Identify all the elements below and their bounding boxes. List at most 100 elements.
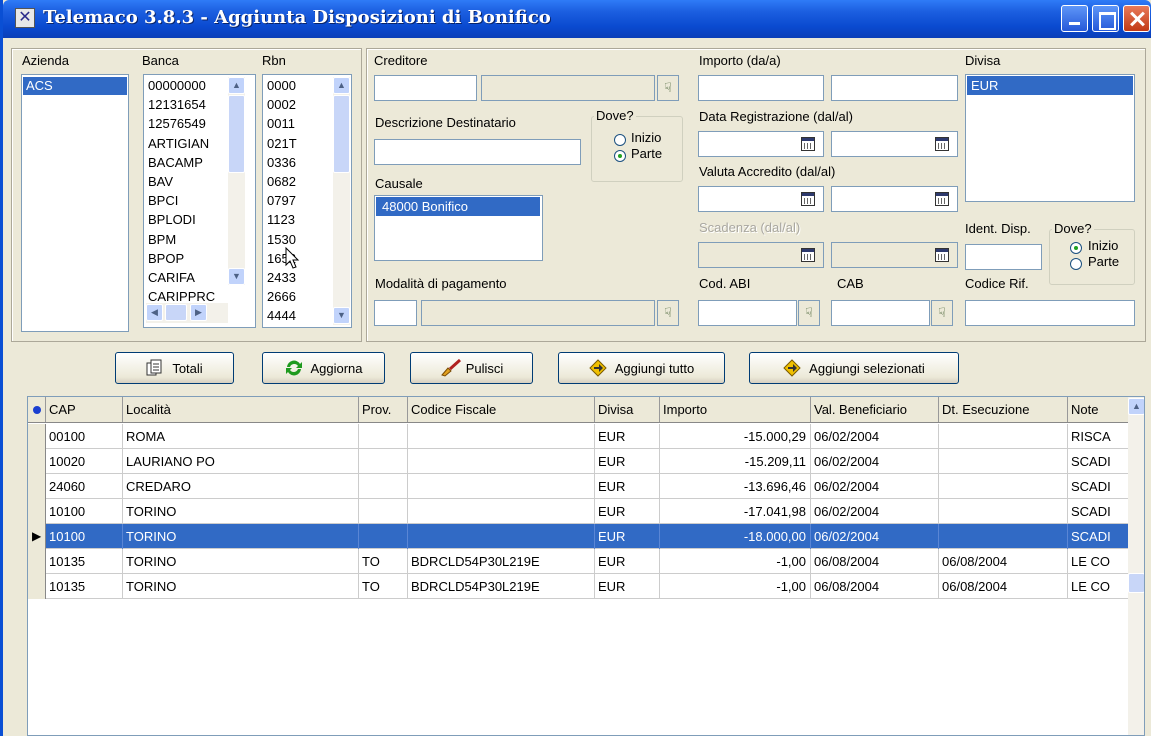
cell-val-ben[interactable]: 06/02/2004 <box>811 499 939 524</box>
data-registrazione-from-input[interactable] <box>698 131 824 157</box>
list-item[interactable]: 12576549 <box>148 117 206 130</box>
table-row[interactable]: 10020 LAURIANO PO EUR -15.209,11 06/02/2004 S… <box>28 449 1129 474</box>
dove-1-inizio-radio[interactable] <box>614 134 626 146</box>
scadenza-to-input[interactable] <box>831 242 958 268</box>
modalita-pagamento-lookup-button[interactable]: ☟ <box>657 300 679 326</box>
creditore-lookup-button[interactable]: ☟ <box>657 75 679 101</box>
cell-divisa[interactable]: EUR <box>595 499 660 524</box>
cell-divisa[interactable]: EUR <box>595 474 660 499</box>
banca-listbox[interactable]: 00000000 12131654 12576549 ARTIGIAN BACAMP BA… <box>143 74 256 328</box>
column-header-localita[interactable]: Località <box>123 397 359 422</box>
cell-prov[interactable] <box>359 424 408 449</box>
aggiorna-button[interactable]: Aggiorna <box>262 352 385 384</box>
calendar-icon[interactable] <box>935 248 949 262</box>
dove-2-inizio-label[interactable]: Inizio <box>1088 238 1118 253</box>
cell-cf[interactable]: BDRCLD54P30L219E <box>408 574 595 599</box>
cab-lookup-button[interactable]: ☟ <box>931 300 953 326</box>
calendar-icon[interactable] <box>801 192 815 206</box>
valuta-accredito-from-input[interactable] <box>698 186 824 212</box>
cell-cap[interactable]: 00100 <box>46 424 123 449</box>
cell-prov[interactable] <box>359 524 408 549</box>
row-indicator[interactable] <box>28 574 46 599</box>
totali-button[interactable]: Totali <box>115 352 234 384</box>
list-item[interactable]: 1123 <box>267 213 295 226</box>
list-item[interactable]: 0000 <box>267 79 296 92</box>
cell-cap[interactable]: 10135 <box>46 574 123 599</box>
dove-1-parte-radio[interactable] <box>614 150 626 162</box>
list-item[interactable]: 1530 <box>267 233 296 246</box>
cell-localita[interactable]: LAURIANO PO <box>123 449 359 474</box>
disposizioni-grid[interactable]: CAP Località Prov. Codice Fiscale Divisa… <box>27 396 1145 736</box>
cell-dt-exec[interactable] <box>939 499 1068 524</box>
cell-val-ben[interactable]: 06/02/2004 <box>811 424 939 449</box>
list-item[interactable]: 00000000 <box>148 79 206 92</box>
cell-prov[interactable] <box>359 474 408 499</box>
scroll-thumb[interactable] <box>333 95 350 173</box>
scroll-down-icon[interactable]: ▼ <box>228 268 245 285</box>
cell-localita[interactable]: CREDARO <box>123 474 359 499</box>
list-item[interactable]: 0336 <box>267 156 296 169</box>
scroll-thumb[interactable] <box>165 304 187 321</box>
list-item[interactable]: 2433 <box>267 271 296 284</box>
banca-horizontal-scrollbar[interactable]: ◀ ▶ <box>146 303 228 323</box>
cell-importo[interactable]: -18.000,00 <box>660 524 811 549</box>
cell-val-ben[interactable]: 06/08/2004 <box>811 549 939 574</box>
minimize-button[interactable] <box>1061 5 1088 32</box>
cell-divisa[interactable]: EUR <box>595 524 660 549</box>
dove-1-inizio-label[interactable]: Inizio <box>631 130 661 145</box>
cell-importo[interactable]: -13.696,46 <box>660 474 811 499</box>
column-header-importo[interactable]: Importo <box>660 397 811 422</box>
cell-cap[interactable]: 24060 <box>46 474 123 499</box>
scroll-down-icon[interactable]: ▼ <box>333 307 350 324</box>
cell-divisa[interactable]: EUR <box>595 449 660 474</box>
banca-vertical-scrollbar[interactable]: ▲ ▼ <box>228 77 245 285</box>
list-item[interactable]: BAV <box>148 175 173 188</box>
cell-cf[interactable] <box>408 524 595 549</box>
dove-2-parte-radio[interactable] <box>1070 258 1082 270</box>
list-item[interactable]: BPOP <box>148 252 184 265</box>
scroll-thumb[interactable] <box>1128 573 1144 593</box>
aggiungi-selezionati-button[interactable]: Aggiungi selezionati <box>749 352 959 384</box>
ident-disp-input[interactable] <box>965 244 1042 270</box>
list-item[interactable]: 0002 <box>267 98 296 111</box>
calendar-icon[interactable] <box>935 137 949 151</box>
cell-cf[interactable]: BDRCLD54P30L219E <box>408 549 595 574</box>
list-item[interactable]: CARIPPRC <box>148 290 215 303</box>
cell-cf[interactable] <box>408 499 595 524</box>
scroll-thumb[interactable] <box>228 95 245 173</box>
list-item[interactable]: ACS <box>23 77 127 95</box>
list-item[interactable]: 2666 <box>267 290 296 303</box>
list-item[interactable]: ARTIGIAN <box>148 137 209 150</box>
cell-cap[interactable]: 10100 <box>46 499 123 524</box>
row-indicator[interactable] <box>28 449 46 474</box>
list-item[interactable]: CARIFA <box>148 271 195 284</box>
scroll-up-icon[interactable]: ▲ <box>228 77 245 94</box>
cell-importo[interactable]: -15.000,29 <box>660 424 811 449</box>
cell-dt-exec[interactable]: 06/08/2004 <box>939 574 1068 599</box>
cell-cf[interactable] <box>408 449 595 474</box>
scroll-left-icon[interactable]: ◀ <box>146 304 163 321</box>
cell-cf[interactable] <box>408 474 595 499</box>
cell-cap[interactable]: 10020 <box>46 449 123 474</box>
cell-cf[interactable] <box>408 424 595 449</box>
list-item[interactable]: BPLODI <box>148 213 196 226</box>
cell-val-ben[interactable]: 06/02/2004 <box>811 524 939 549</box>
row-indicator[interactable] <box>28 424 46 449</box>
cell-localita[interactable]: TORINO <box>123 549 359 574</box>
title-bar[interactable]: ✕ Telemaco 3.8.3 - Aggiunta Disposizioni… <box>3 0 1151 38</box>
cab-input[interactable] <box>831 300 930 326</box>
cell-cap[interactable]: 10135 <box>46 549 123 574</box>
list-item[interactable]: 0011 <box>267 117 295 130</box>
causale-listbox[interactable]: 48000 Bonifico <box>374 195 543 261</box>
list-item[interactable]: BPM <box>148 233 176 246</box>
column-header-note[interactable]: Note <box>1068 397 1129 422</box>
descrizione-destinatario-input[interactable] <box>374 139 581 165</box>
list-item[interactable]: 12131654 <box>148 98 206 111</box>
cell-cap[interactable]: 10100 <box>46 524 123 549</box>
dove-2-parte-label[interactable]: Parte <box>1088 254 1119 269</box>
telemaco-app-icon[interactable]: ✕ <box>15 8 35 28</box>
cell-dt-exec[interactable] <box>939 474 1068 499</box>
cell-localita[interactable]: TORINO <box>123 574 359 599</box>
list-item[interactable]: BACAMP <box>148 156 203 169</box>
column-header-divisa[interactable]: Divisa <box>595 397 660 422</box>
